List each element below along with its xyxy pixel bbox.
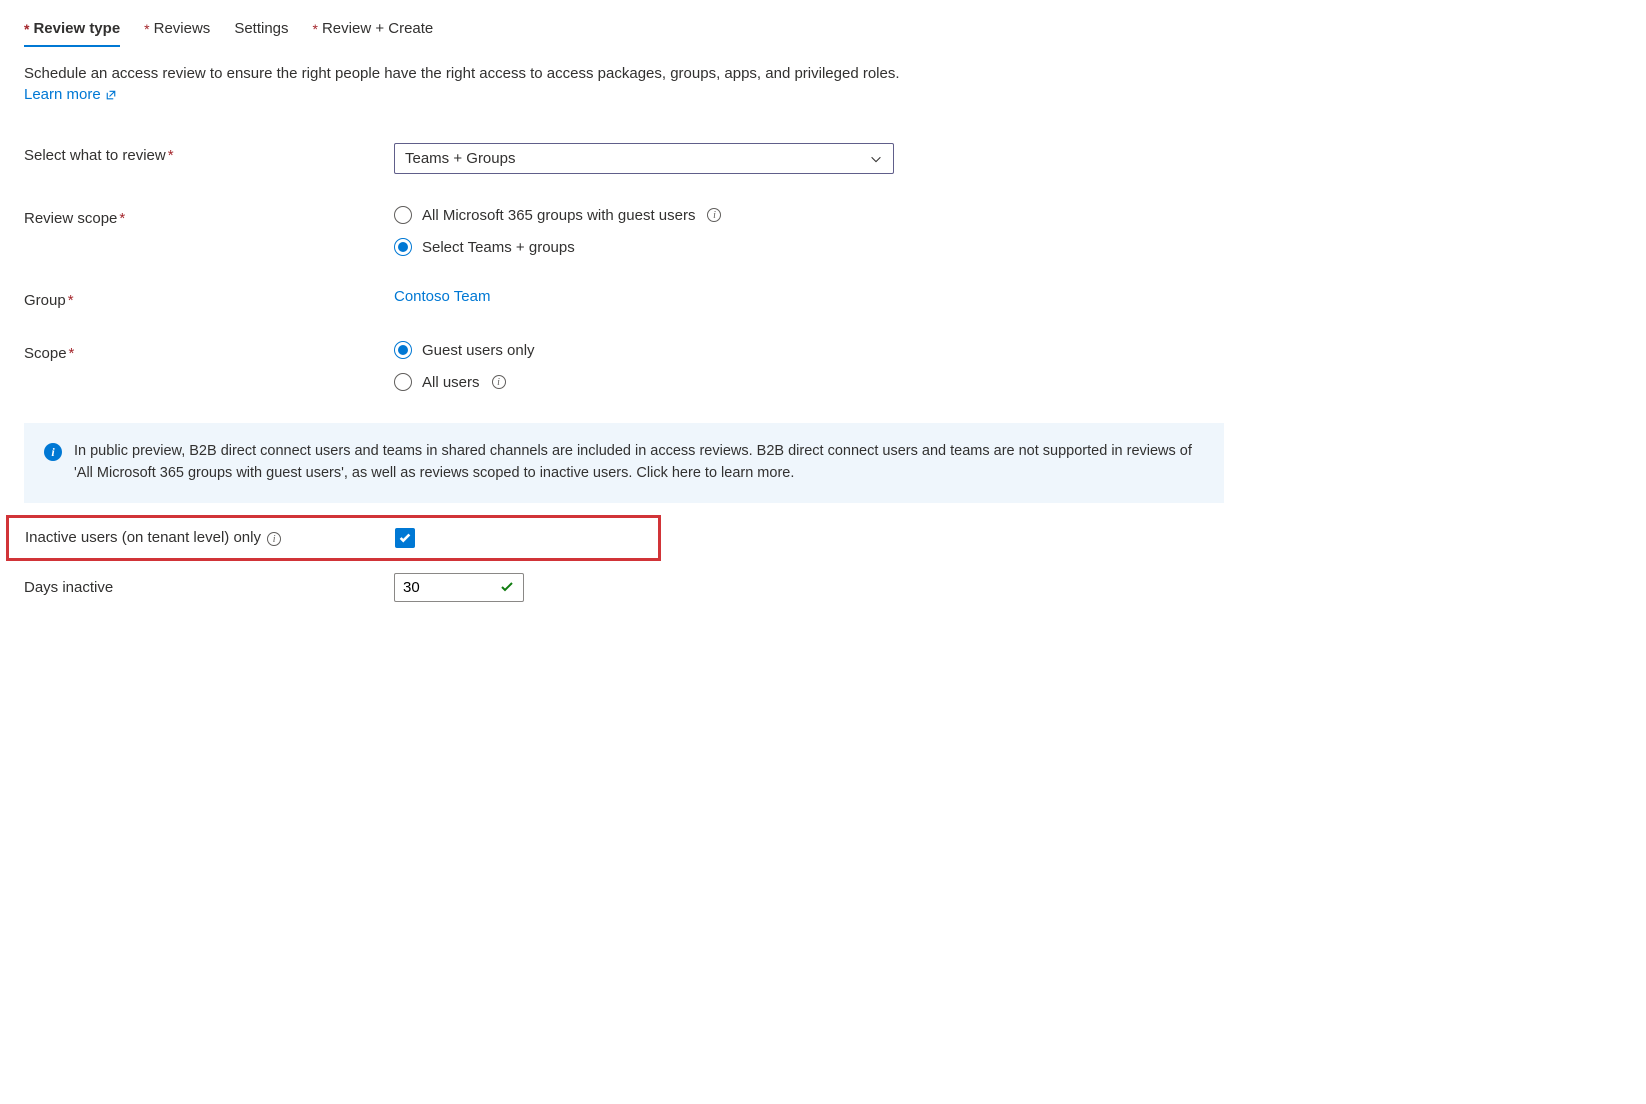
tab-label: Settings (234, 20, 288, 37)
info-banner: i In public preview, B2B direct connect … (24, 423, 1224, 503)
radio-label: Select Teams + groups (422, 239, 575, 256)
checkmark-icon (398, 531, 412, 545)
select-review-dropdown[interactable]: Teams + Groups (394, 143, 894, 174)
learn-more-link[interactable]: Learn more (24, 86, 117, 103)
radio-button (394, 373, 412, 391)
info-icon: i (44, 443, 62, 461)
days-inactive-input[interactable] (403, 579, 463, 596)
inactive-users-label: Inactive users (on tenant level) only i (25, 529, 395, 547)
radio-button (394, 206, 412, 224)
group-link[interactable]: Contoso Team (394, 288, 490, 305)
required-asterisk: * (144, 21, 149, 37)
radio-label: All Microsoft 365 groups with guest user… (422, 207, 695, 224)
inactive-users-highlight: Inactive users (on tenant level) only i (6, 515, 661, 561)
info-icon[interactable]: i (707, 208, 721, 222)
info-icon[interactable]: i (267, 532, 281, 546)
radio-label: Guest users only (422, 342, 535, 359)
select-review-label: Select what to review* (24, 143, 394, 164)
valid-checkmark-icon (499, 579, 515, 595)
tab-label: Review type (33, 20, 120, 37)
info-banner-text: In public preview, B2B direct connect us… (74, 441, 1204, 485)
review-scope-option-all-groups[interactable]: All Microsoft 365 groups with guest user… (394, 206, 1224, 224)
review-scope-option-select-teams[interactable]: Select Teams + groups (394, 238, 1224, 256)
tab-label: Reviews (154, 20, 211, 37)
tab-review-create[interactable]: * Review + Create (313, 12, 434, 47)
scope-option-all-users[interactable]: All users i (394, 373, 1224, 391)
external-link-icon (105, 89, 117, 101)
days-inactive-label: Days inactive (24, 579, 394, 596)
scope-option-guest-only[interactable]: Guest users only (394, 341, 1224, 359)
chevron-down-icon (869, 152, 883, 166)
tab-reviews[interactable]: * Reviews (144, 12, 210, 47)
tab-settings[interactable]: Settings (234, 12, 288, 47)
scope-label: Scope* (24, 341, 394, 362)
tab-label: Review + Create (322, 20, 433, 37)
select-review-value: Teams + Groups (405, 150, 515, 167)
required-asterisk: * (24, 21, 29, 37)
radio-label: All users (422, 374, 480, 391)
days-inactive-input-wrapper (394, 573, 524, 602)
group-label: Group* (24, 288, 394, 309)
tab-review-type[interactable]: * Review type (24, 12, 120, 47)
inactive-users-checkbox[interactable] (395, 528, 415, 548)
radio-button (394, 341, 412, 359)
intro-text: Schedule an access review to ensure the … (24, 65, 1224, 82)
required-asterisk: * (313, 21, 318, 37)
review-scope-label: Review scope* (24, 206, 394, 227)
tab-bar: * Review type * Reviews Settings * Revie… (24, 12, 1224, 47)
learn-more-label: Learn more (24, 86, 101, 103)
info-icon[interactable]: i (492, 375, 506, 389)
radio-button (394, 238, 412, 256)
